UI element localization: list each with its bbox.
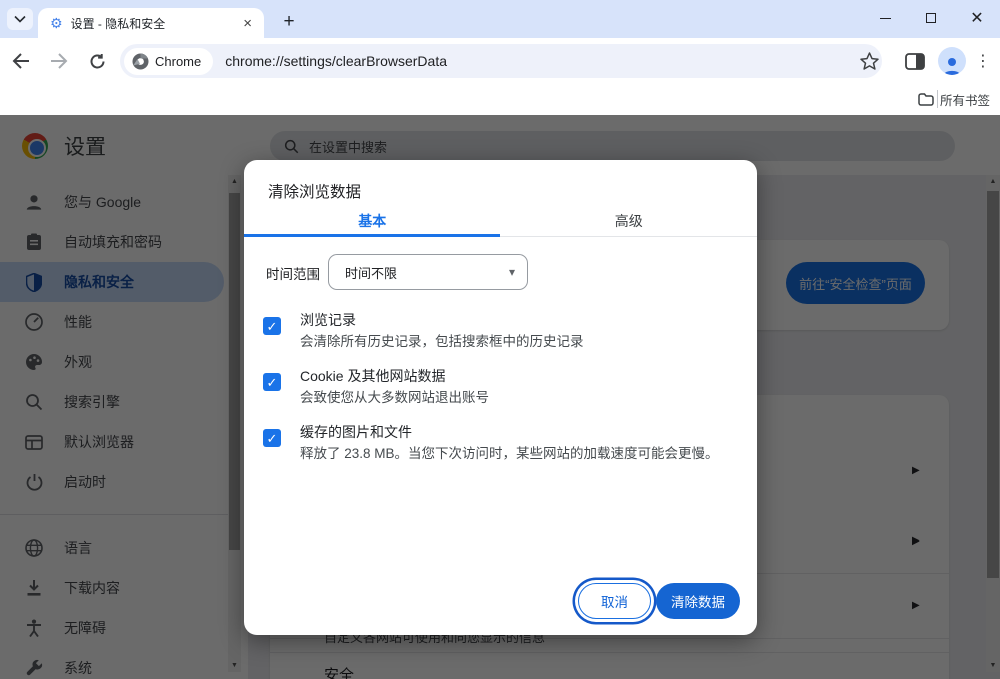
tab-advanced[interactable]: 高级 [501, 208, 758, 236]
item-label: Cookie 及其他网站数据 [300, 366, 445, 386]
bookmark-star-button[interactable] [854, 46, 884, 76]
menu-kebab-button[interactable]: ⋮ [968, 46, 998, 76]
profile-avatar[interactable] [937, 46, 967, 76]
browser-window: ⚙ 设置 - 隐私和安全 × + ✕ Chrome chrome://setti… [0, 0, 1000, 679]
gear-favicon-icon: ⚙ [50, 16, 63, 30]
window-maximize-button[interactable] [908, 0, 954, 36]
browser-tab[interactable]: ⚙ 设置 - 隐私和安全 × [38, 8, 264, 38]
clear-browsing-data-dialog: 清除浏览数据 基本 高级 时间范围 时间不限 ▾ ✓ 浏览记录 会清除所有历史记… [244, 160, 757, 635]
tab-close-icon[interactable]: × [239, 16, 256, 31]
new-tab-button[interactable]: + [276, 9, 302, 35]
url-text: chrome://settings/clearBrowserData [225, 53, 447, 69]
window-close-button[interactable]: ✕ [954, 0, 1000, 36]
chrome-mono-icon [132, 53, 149, 70]
dialog-tabs: 基本 高级 [244, 208, 757, 237]
checkbox-browsing-history[interactable]: ✓ [263, 317, 281, 335]
item-desc: 会清除所有历史记录，包括搜索框中的历史记录 [300, 330, 584, 350]
browser-toolbar: Chrome chrome://settings/clearBrowserDat… [0, 38, 1000, 84]
address-bar[interactable]: Chrome chrome://settings/clearBrowserDat… [120, 44, 882, 78]
item-desc: 释放了 23.8 MB。当您下次访问时，某些网站的加载速度可能会更慢。 [300, 442, 719, 462]
tab-title: 设置 - 隐私和安全 [71, 15, 240, 32]
item-desc: 会致使您从大多数网站退出账号 [300, 386, 489, 406]
chrome-chip[interactable]: Chrome [124, 48, 213, 75]
tab-strip: ⚙ 设置 - 隐私和安全 × + ✕ [0, 0, 1000, 38]
tab-basic[interactable]: 基本 [244, 208, 501, 236]
tab-search-button[interactable] [7, 8, 33, 30]
person-icon [942, 56, 962, 75]
all-bookmarks-label: 所有书签 [940, 90, 990, 109]
cancel-button[interactable]: 取消 [578, 583, 651, 619]
time-range-select[interactable]: 时间不限 ▾ [328, 254, 528, 290]
back-button[interactable] [6, 46, 36, 76]
checkbox-cookies[interactable]: ✓ [263, 373, 281, 391]
active-tab-underline [244, 234, 500, 237]
chevron-down-icon [14, 15, 26, 23]
dropdown-caret-icon: ▾ [509, 265, 515, 279]
dialog-title: 清除浏览数据 [268, 180, 361, 202]
all-bookmarks-button[interactable]: 所有书签 [914, 88, 994, 110]
chip-label: Chrome [155, 54, 201, 69]
item-label: 浏览记录 [300, 310, 356, 330]
time-range-label: 时间范围 [266, 263, 320, 283]
reload-button[interactable] [82, 46, 112, 76]
side-panel-button[interactable] [900, 46, 930, 76]
window-minimize-button[interactable] [862, 0, 908, 36]
clear-data-button[interactable]: 清除数据 [656, 583, 740, 619]
settings-page: 设置 您与 Google 自动填充和密码 隐私和安全 性能 [0, 115, 1000, 679]
folder-icon [918, 93, 934, 106]
time-range-value: 时间不限 [345, 263, 509, 282]
item-label: 缓存的图片和文件 [300, 422, 412, 442]
checkbox-cached-files[interactable]: ✓ [263, 429, 281, 447]
forward-button[interactable] [44, 46, 74, 76]
bookmarks-bar: 所有书签 [0, 84, 1000, 115]
